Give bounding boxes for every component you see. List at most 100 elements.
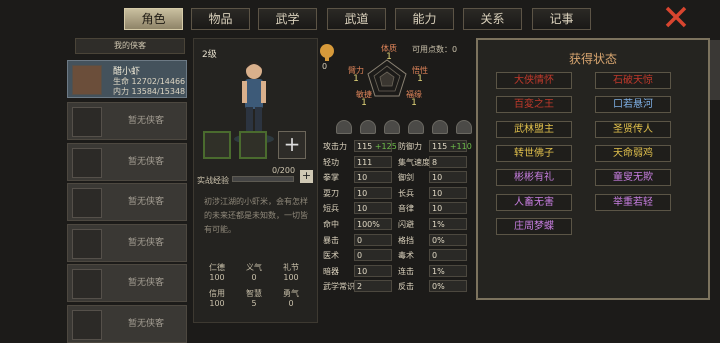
status-tag[interactable]: 百変之王 [496, 96, 572, 114]
close-icon[interactable] [664, 5, 688, 29]
hero-card-empty[interactable]: 暂无侠客 [67, 223, 187, 262]
stat-row: 武学常识 2 [322, 280, 394, 294]
status-tag[interactable]: 口若悬河 [595, 96, 671, 114]
skill-slot[interactable] [336, 120, 352, 134]
stat-bonus: +110 [449, 142, 472, 151]
stat-name: 格挡 [398, 235, 414, 245]
skill-slot[interactable] [384, 120, 400, 134]
stat-name: 连击 [398, 266, 414, 276]
stat-value: 10 [354, 186, 392, 199]
tab-5[interactable]: 关系 [463, 8, 522, 30]
empty-avatar [72, 147, 102, 178]
equip-add-button[interactable]: + [278, 131, 306, 159]
stat-row: 御剑 10 [397, 171, 469, 185]
exp-add-button[interactable]: + [300, 170, 313, 183]
stat-number: 2 [357, 282, 363, 292]
status-tag[interactable]: 举重若轻 [595, 193, 671, 211]
virtue-stat: 勇气 0 [276, 289, 306, 309]
skill-slot[interactable] [432, 120, 448, 134]
status-tag[interactable]: 武林盟主 [496, 120, 572, 138]
exp-value: 0/200 [272, 166, 296, 175]
equip-slot-armor[interactable] [239, 131, 267, 159]
hero-card-empty[interactable]: 暂无侠客 [67, 142, 187, 181]
virtue-name: 义气 [246, 263, 262, 272]
stat-row: 闪避 1% [397, 218, 469, 232]
stat-row: 音律 10 [397, 202, 469, 216]
virtue-stat: 智慧 5 [239, 289, 269, 309]
skill-slot[interactable] [456, 120, 472, 134]
stat-value: 115 +125 [354, 140, 397, 152]
stat-number: 100% [357, 220, 380, 229]
stat-number: 0 [357, 251, 363, 261]
status-tag[interactable]: 转世佛子 [496, 144, 572, 162]
radar-value: 1 [361, 98, 367, 108]
stat-value: 2 [354, 280, 392, 293]
tab-3[interactable]: 武道 [327, 8, 386, 30]
virtue-name: 智慧 [246, 289, 262, 298]
stat-number: 1% [432, 266, 445, 276]
status-tag[interactable]: 圣贤传人 [595, 120, 671, 138]
status-tag[interactable]: 童叟无欺 [595, 169, 671, 187]
tab-4[interactable]: 能力 [395, 8, 454, 30]
stat-row: 暗器 10 [322, 264, 394, 279]
stat-name: 暗器 [323, 266, 339, 276]
stat-name: 武学常识 [323, 282, 355, 292]
tab-1[interactable]: 物品 [191, 8, 250, 30]
hero-card-empty[interactable]: 暂无侠客 [67, 264, 187, 302]
status-tag[interactable]: 大侠情怀 [496, 72, 572, 89]
stat-value: 10 [354, 202, 392, 215]
empty-avatar [72, 107, 102, 137]
stat-number: 0 [357, 235, 363, 245]
skill-slot[interactable] [360, 120, 376, 134]
equip-slot-weapon[interactable] [203, 131, 231, 159]
stat-row: 轻功 111 [322, 155, 394, 170]
virtue-name: 信用 [209, 289, 225, 298]
stat-value: 10 [429, 171, 467, 184]
virtue-name: 礼节 [283, 263, 299, 272]
empty-avatar [72, 188, 102, 218]
exp-label: 实战经验 [197, 176, 229, 185]
tab-0[interactable]: 角色 [124, 8, 183, 30]
stat-value: 100% [354, 218, 392, 230]
status-tag[interactable]: 彬彬有礼 [496, 169, 572, 187]
stat-value: 0% [429, 280, 467, 293]
stat-row: 命中 100% [322, 218, 394, 232]
stat-number: 8 [432, 157, 438, 167]
stat-row: 暴击 0 [322, 233, 394, 248]
mp-label: 内力 [113, 87, 129, 96]
status-tag[interactable]: 天命弱鸡 [595, 144, 671, 162]
my-heroes-header: 我的侠客 [75, 38, 185, 54]
radar-value: 1 [386, 52, 392, 62]
status-title: 获得状态 [568, 52, 617, 66]
status-tag[interactable]: 石破天惊 [595, 72, 671, 89]
stat-name: 御剑 [398, 173, 414, 183]
trophy-value: 0 [322, 62, 328, 71]
stat-number: 10 [432, 173, 443, 183]
status-tag[interactable]: 庄周梦蝶 [496, 217, 572, 235]
virtue-name: 仁德 [209, 263, 225, 272]
hero-card-empty[interactable]: 暂无侠客 [67, 304, 187, 343]
hero-card-empty[interactable]: 暂无侠客 [67, 102, 187, 140]
stat-number: 10 [357, 266, 368, 276]
stat-row: 格挡 0% [397, 233, 469, 248]
empty-avatar [72, 269, 102, 299]
empty-label: 暂无侠客 [127, 197, 164, 207]
hero-card-empty[interactable]: 暂无侠客 [67, 183, 187, 221]
status-tag[interactable]: 人畜无害 [496, 193, 572, 211]
empty-avatar [72, 228, 102, 259]
stat-value: 10 [354, 264, 392, 277]
virtue-stat: 仁德 100 [202, 263, 232, 283]
stat-number: 115 [432, 142, 448, 151]
scroll-edge [710, 40, 720, 100]
hero-level: 2级 [202, 50, 217, 60]
empty-label: 暂无侠客 [127, 156, 164, 167]
stat-number: 10 [432, 204, 443, 214]
virtue-value: 100 [209, 273, 225, 282]
hero-card-selected[interactable]: 醋小虾 生命 12702/14466 内力 13584/15348 [67, 60, 187, 98]
stat-row: 毒术 0 [397, 249, 469, 263]
virtue-stat: 礼节 100 [276, 263, 306, 283]
tab-2[interactable]: 武学 [258, 8, 317, 30]
empty-label: 暂无侠客 [127, 278, 164, 288]
skill-slot[interactable] [408, 120, 424, 134]
tab-6[interactable]: 记事 [532, 8, 591, 30]
